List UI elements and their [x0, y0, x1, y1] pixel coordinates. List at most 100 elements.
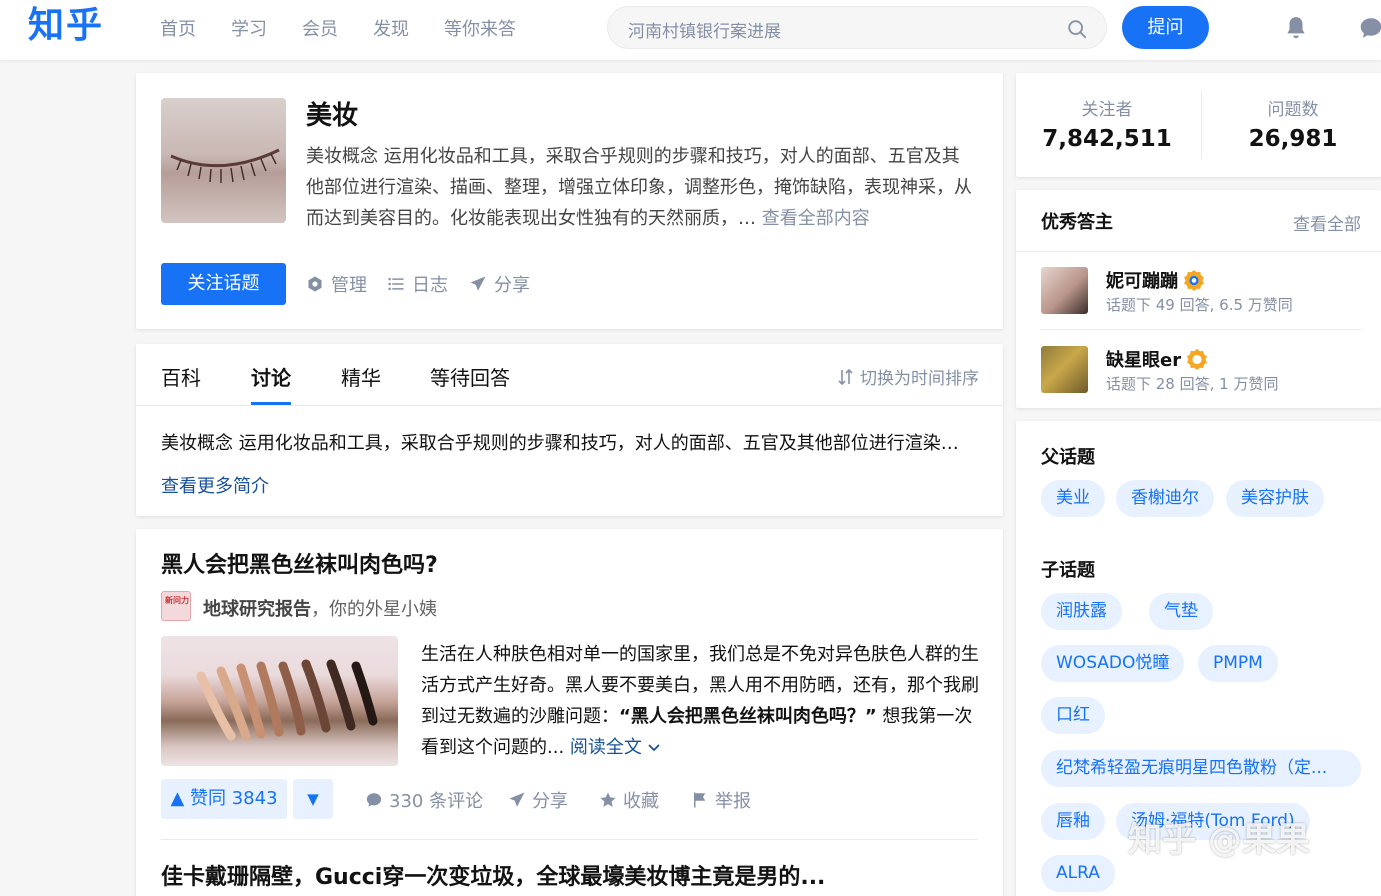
- list-icon: [388, 278, 404, 290]
- parent-topics-title: 父话题: [1041, 447, 1095, 468]
- questions-stat[interactable]: 问题数 26,981: [1202, 95, 1381, 152]
- tab-wiki[interactable]: 百科: [161, 362, 201, 391]
- log-button[interactable]: 日志: [387, 271, 448, 297]
- chevron-down-icon: [648, 744, 660, 752]
- answerer-name[interactable]: 妮可蹦蹦: [1106, 267, 1178, 293]
- questions-label: 问题数: [1267, 100, 1319, 120]
- sort-toggle-button[interactable]: 切换为时间排序: [838, 364, 979, 389]
- upvote-button[interactable]: ▲ 赞同 3843: [161, 779, 287, 819]
- author-bio: ，你的外星小姨: [311, 599, 437, 620]
- answerer-item[interactable]: 妮可蹦蹦 话题下 49 回答, 6.5 万赞同: [1041, 267, 1361, 317]
- answer-thumbnail[interactable]: [161, 636, 398, 766]
- answerer-stats: 话题下 28 回答, 1 万赞同: [1106, 375, 1279, 393]
- nav-item-learn[interactable]: 学习: [231, 15, 267, 41]
- answerer-name[interactable]: 缺星眼er: [1106, 346, 1181, 372]
- paper-plane-icon: [509, 792, 525, 807]
- divider: [1016, 251, 1381, 252]
- answerer-name-row: 妮可蹦蹦: [1106, 267, 1205, 293]
- avatar[interactable]: [1041, 267, 1088, 314]
- ask-question-button[interactable]: 提问: [1122, 6, 1209, 49]
- author-info: 地球研究报告，你的外星小姨: [203, 595, 437, 621]
- tab-waiting-answers[interactable]: 等待回答: [430, 362, 510, 391]
- parent-topic-chip[interactable]: 美容护肤: [1226, 480, 1324, 517]
- nav-item-vip[interactable]: 会员: [302, 15, 338, 41]
- question-title[interactable]: 黑人会把黑色丝袜叫肉色吗?: [161, 547, 438, 579]
- eyelash-image: [170, 148, 280, 183]
- feed-item-card: 黑人会把黑色丝袜叫肉色吗? 新问力 地球研究报告，你的外星小姨 生活在人种肤色相…: [136, 529, 1003, 896]
- answer-highlight: “黑人会把黑色丝袜叫肉色吗？”: [619, 706, 877, 727]
- answer-excerpt: 生活在人种肤色相对单一的国家里，我们总是不免对异色肤色人群的生活方式产生好奇。黑…: [421, 639, 981, 763]
- share-button[interactable]: 分享: [508, 787, 568, 813]
- comment-icon: [366, 793, 382, 807]
- read-full-label: 阅读全文: [569, 737, 642, 758]
- questions-count: 26,981: [1248, 126, 1338, 152]
- nav-item-home[interactable]: 首页: [160, 15, 196, 41]
- share-label: 分享: [494, 275, 530, 296]
- report-label: 举报: [715, 791, 751, 812]
- parent-topic-chip[interactable]: 香榭迪尔: [1116, 480, 1214, 517]
- nav-item-explore[interactable]: 发现: [373, 15, 409, 41]
- top-navbar: 知乎 首页 学习 会员 发现 等你来答 河南村镇银行案进展 提问: [0, 0, 1381, 60]
- view-more-intro-link[interactable]: 查看更多简介: [161, 472, 269, 498]
- badge-icon: [1184, 269, 1204, 291]
- search-placeholder: 河南村镇银行案进展: [628, 22, 781, 42]
- badge-icon: [1187, 348, 1207, 370]
- favorite-button[interactable]: 收藏: [599, 787, 659, 813]
- child-topic-chip[interactable]: 唇釉: [1041, 803, 1105, 840]
- log-label: 日志: [412, 275, 448, 296]
- child-topic-chip[interactable]: PMPM: [1198, 645, 1278, 682]
- top-answerers-title: 优秀答主: [1041, 212, 1113, 233]
- follow-topic-button[interactable]: 关注话题: [161, 263, 286, 305]
- answerer-name-row: 缺星眼er: [1106, 346, 1208, 372]
- child-topic-chip[interactable]: ALRA: [1041, 855, 1115, 892]
- flag-icon: [694, 792, 706, 808]
- divider: [136, 405, 1003, 406]
- sort-arrows-icon: [838, 368, 853, 385]
- top-answerers-card: 优秀答主 查看全部 妮可蹦蹦 话题下 49 回答, 6.5 万赞同 缺星眼er …: [1016, 190, 1381, 408]
- zhihu-logo[interactable]: 知乎: [28, 4, 104, 48]
- sort-label: 切换为时间排序: [860, 369, 979, 389]
- message-icon[interactable]: [1358, 15, 1381, 41]
- avatar[interactable]: [1041, 346, 1088, 393]
- manage-label: 管理: [331, 275, 367, 296]
- tab-featured[interactable]: 精华: [341, 362, 381, 391]
- stockings-image: [196, 659, 378, 741]
- child-topic-chip[interactable]: 口红: [1041, 697, 1105, 734]
- topic-cover-image: [161, 98, 286, 223]
- topic-header-card: 美妆 美妆概念 运用化妆品和工具，采取合乎规则的步骤和技巧，对人的面部、五官及其…: [136, 73, 1003, 329]
- author-avatar[interactable]: 新问力: [161, 591, 191, 621]
- topic-tabs-card: 百科 讨论 精华 等待回答 切换为时间排序 美妆概念 运用化妆品和工具，采取合乎…: [136, 344, 1003, 516]
- followers-label: 关注者: [1081, 100, 1133, 120]
- search-icon[interactable]: [1066, 18, 1088, 40]
- divider: [161, 839, 978, 840]
- manage-button[interactable]: 管理: [306, 271, 367, 297]
- share-topic-button[interactable]: 分享: [469, 271, 530, 297]
- child-topic-chip[interactable]: 气垫: [1149, 593, 1213, 630]
- child-topic-chip[interactable]: WOSADO悦瞳: [1041, 645, 1185, 682]
- comments-button[interactable]: 330 条评论: [365, 787, 483, 813]
- child-topic-chip[interactable]: 润肤露: [1041, 593, 1122, 630]
- comments-count: 330 条评论: [389, 791, 484, 812]
- topic-intro-text: 美妆概念 运用化妆品和工具，采取合乎规则的步骤和技巧，对人的面部、五官及其他部位…: [161, 433, 976, 454]
- main-nav: 首页 学习 会员 发现 等你来答: [160, 0, 551, 56]
- notification-bell-icon[interactable]: [1283, 15, 1309, 41]
- nav-item-waiting[interactable]: 等你来答: [444, 15, 516, 41]
- answerer-stats: 话题下 49 回答, 6.5 万赞同: [1106, 296, 1293, 314]
- report-button[interactable]: 举报: [691, 787, 751, 813]
- search-input[interactable]: 河南村镇银行案进展: [607, 6, 1107, 49]
- topic-description-text: 美妆概念 运用化妆品和工具，采取合乎规则的步骤和技巧，对人的面部、五官及其他部位…: [306, 146, 972, 229]
- view-all-content-link[interactable]: 查看全部内容: [762, 208, 870, 229]
- tab-discussion[interactable]: 讨论: [251, 362, 291, 391]
- child-topic-chip[interactable]: 纪梵希轻盈无痕明星四色散粉（定...: [1041, 750, 1361, 787]
- author-avatar-text: 新问力: [165, 596, 189, 605]
- view-all-answerers-link[interactable]: 查看全部: [1293, 210, 1361, 235]
- topic-title: 美妆: [306, 101, 359, 131]
- answerer-item[interactable]: 缺星眼er 话题下 28 回答, 1 万赞同: [1041, 346, 1361, 396]
- read-full-link[interactable]: 阅读全文: [570, 737, 660, 758]
- followers-stat[interactable]: 关注者 7,842,511: [1016, 95, 1198, 152]
- author-name[interactable]: 地球研究报告: [203, 599, 311, 620]
- question-title[interactable]: 佳卡戴珊隔壁，Gucci穿一次变垃圾，全球最壕美妆博主竟是男的...: [161, 859, 825, 891]
- downvote-button[interactable]: ▼: [293, 779, 333, 819]
- parent-topic-chip[interactable]: 美业: [1041, 480, 1105, 517]
- followers-count: 7,842,511: [1042, 126, 1172, 152]
